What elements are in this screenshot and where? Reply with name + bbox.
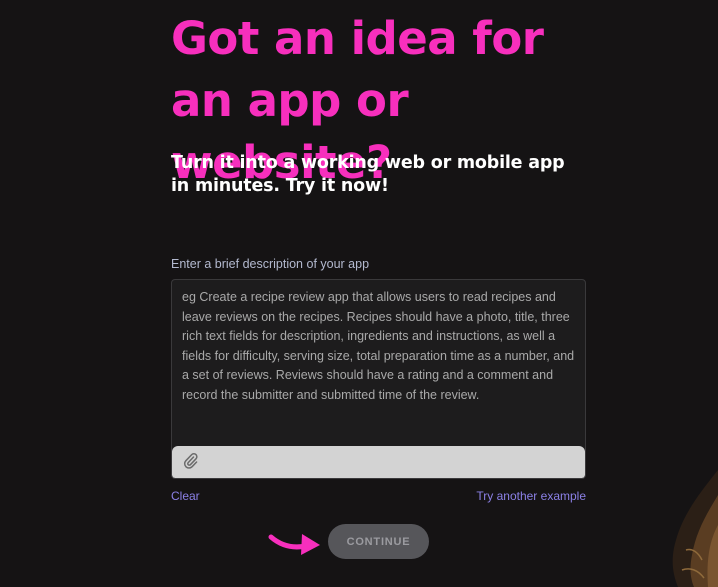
- hero-subtitle: Turn it into a working web or mobile app…: [171, 153, 565, 196]
- description-label: Enter a brief description of your app: [171, 257, 370, 271]
- clear-link[interactable]: Clear: [171, 488, 200, 504]
- paperclip-icon[interactable]: [183, 452, 199, 470]
- continue-button[interactable]: CONTINUE: [328, 524, 429, 559]
- decorative-plant-image: [672, 470, 718, 587]
- description-box: [171, 279, 586, 479]
- arrow-right-icon: [268, 534, 320, 555]
- description-input[interactable]: [172, 280, 585, 446]
- attachment-bar[interactable]: [172, 446, 585, 478]
- try-another-example-link[interactable]: Try another example: [476, 488, 586, 504]
